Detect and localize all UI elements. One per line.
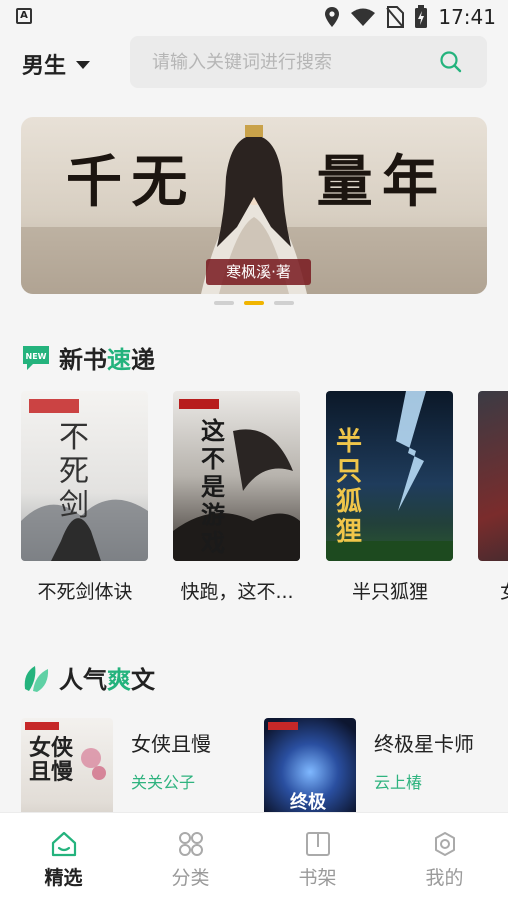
caret-down-icon — [76, 61, 91, 69]
gender-selector[interactable]: 男生 — [22, 48, 91, 80]
app-notification-icon: A — [16, 8, 32, 24]
book-card[interactable]: 不死剑 不死剑体诀 — [21, 391, 149, 604]
book-cover: 女侠且慢 — [21, 718, 113, 813]
new-books-list: 不死剑 不死剑体诀 这不是游戏 快跑，这不... 半只狐狸 半只狐狸 女 — [21, 391, 508, 611]
popular-header: 人气爽文 — [21, 660, 155, 695]
location-icon — [325, 7, 340, 27]
home-icon — [51, 831, 76, 857]
tab-label: 我的 — [425, 867, 464, 889]
status-bar: A 17:41 — [0, 0, 508, 34]
gender-label: 男生 — [22, 54, 67, 79]
tab-profile[interactable]: 我的 — [381, 813, 508, 904]
top-bar: 男生 — [0, 34, 508, 94]
banner-title: 千 无 量 年 — [21, 137, 487, 218]
book-card[interactable]: 女 — [478, 391, 508, 604]
tab-label: 书架 — [298, 867, 337, 889]
banner-pagination — [0, 301, 508, 305]
pagination-dot-active[interactable] — [244, 301, 264, 305]
search-bar[interactable] — [130, 36, 487, 88]
popular-book-item[interactable]: 终极 终极星卡师 云上椿 — [264, 718, 474, 813]
tab-bookshelf[interactable]: 书架 — [254, 813, 381, 904]
book-cover-text: 女侠且慢 — [29, 735, 74, 785]
category-icon — [178, 832, 203, 856]
book-title: 不死剑体诀 — [37, 581, 133, 603]
status-icons: 17:41 — [324, 5, 496, 29]
book-title: 女 — [478, 577, 508, 604]
popular-book-info: 女侠且慢 关关公子 — [131, 718, 211, 813]
profile-icon — [434, 832, 455, 856]
book-cover — [478, 391, 508, 561]
popular-book-info: 终极星卡师 云上椿 — [374, 718, 474, 813]
banner-title-char: 年 — [381, 149, 442, 215]
new-badge-icon: NEW — [23, 345, 49, 370]
book-card[interactable]: 这不是游戏 快跑，这不... — [173, 391, 301, 604]
no-sim-icon — [386, 6, 405, 28]
banner-title-char: 量 — [316, 149, 377, 215]
search-input[interactable] — [152, 36, 422, 88]
tab-label: 分类 — [171, 867, 210, 889]
book-title: 快跑，这不... — [180, 581, 294, 603]
tab-category[interactable]: 分类 — [127, 813, 254, 904]
bottom-tab-bar: 精选 分类 书架 我的 — [0, 812, 508, 904]
book-card[interactable]: 半只狐狸 半只狐狸 — [326, 391, 454, 604]
book-cover-text: 这不是游戏 — [201, 416, 225, 557]
book-title: 女侠且慢 — [131, 732, 211, 756]
bookshelf-icon — [305, 832, 330, 856]
tab-featured[interactable]: 精选 — [0, 813, 127, 904]
wifi-icon — [351, 8, 376, 26]
book-author: 云上椿 — [374, 773, 423, 792]
banner-author-tag: 寒枫溪·著 — [206, 259, 311, 285]
book-cover: 不死剑 — [21, 391, 148, 561]
book-title: 半只狐狸 — [351, 581, 428, 603]
promo-banner[interactable]: 千 无 量 年 寒枫溪·著 — [21, 117, 487, 294]
pagination-dot[interactable] — [274, 301, 294, 305]
book-cover-text: 不死剑 — [59, 420, 89, 523]
book-cover-text: 终极 — [290, 792, 326, 813]
book-cover: 这不是游戏 — [173, 391, 300, 561]
battery-charging-icon — [415, 5, 428, 28]
popular-books-list: 女侠且慢 女侠且慢 关关公子 终极 终极星卡师 云上椿 — [21, 718, 508, 813]
svg-text:NEW: NEW — [26, 352, 47, 361]
book-cover: 终极 — [264, 718, 356, 813]
book-title: 终极星卡师 — [374, 732, 474, 756]
banner-title-char: 无 — [131, 149, 192, 215]
leaf-icon — [24, 665, 49, 692]
book-author: 关关公子 — [131, 773, 196, 792]
book-cover-text: 半只狐狸 — [336, 427, 363, 547]
popular-book-item[interactable]: 女侠且慢 女侠且慢 关关公子 — [21, 718, 211, 813]
section-title: 新书速递 — [59, 346, 155, 374]
search-icon[interactable] — [439, 50, 463, 74]
section-title: 人气爽文 — [59, 666, 155, 694]
new-books-header: NEW 新书速递 — [21, 340, 155, 375]
tab-label: 精选 — [44, 867, 83, 889]
status-time: 17:41 — [438, 5, 496, 29]
pagination-dot[interactable] — [214, 301, 234, 305]
book-cover: 半只狐狸 — [326, 391, 453, 561]
banner-title-char: 千 — [66, 149, 126, 215]
